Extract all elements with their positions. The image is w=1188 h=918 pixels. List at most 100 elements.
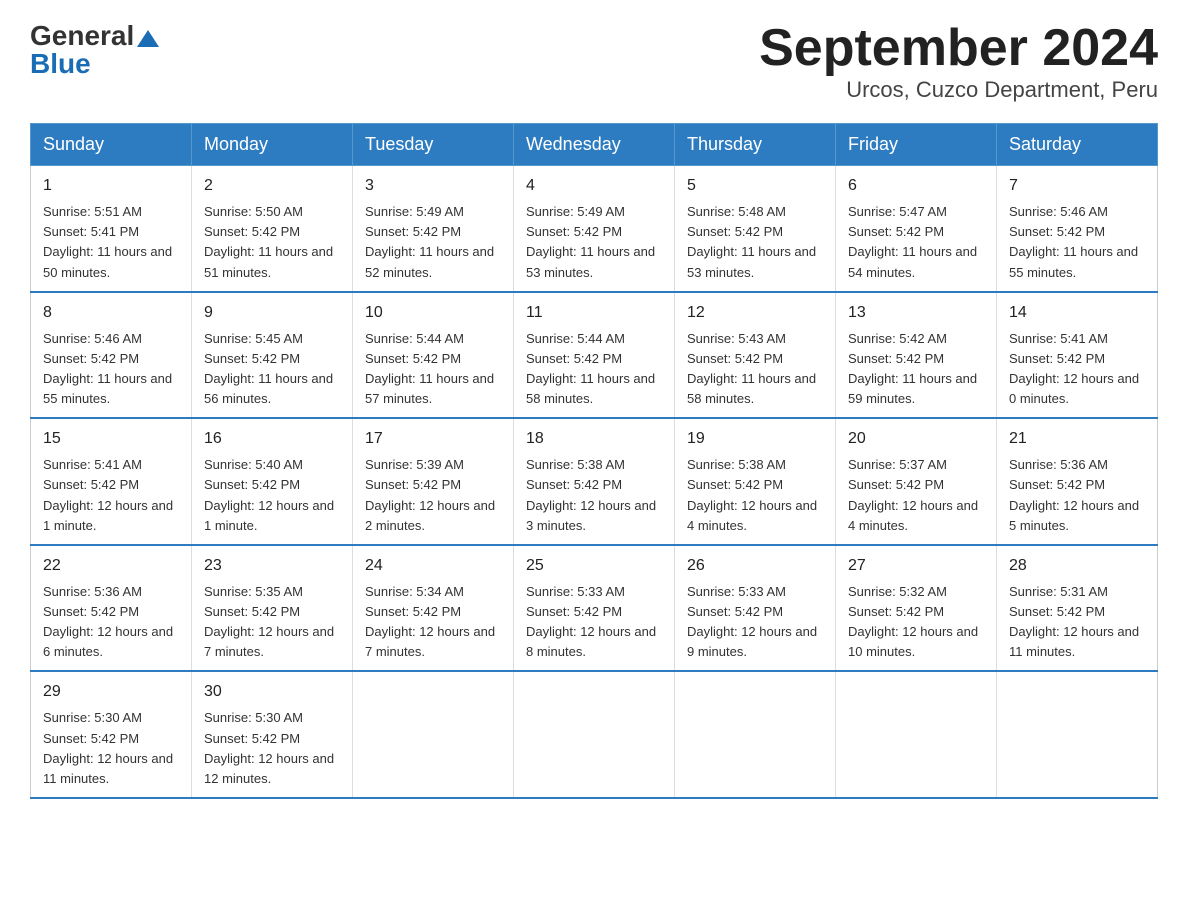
calendar-week-5: 29 Sunrise: 5:30 AMSunset: 5:42 PMDayligh… [31, 671, 1158, 798]
day-info: Sunrise: 5:49 AMSunset: 5:42 PMDaylight:… [526, 202, 662, 283]
calendar-week-3: 15Sunrise: 5:41 AMSunset: 5:42 PMDayligh… [31, 418, 1158, 545]
calendar-cell: 16 Sunrise: 5:40 AMSunset: 5:42 PMDayligh… [192, 418, 353, 545]
day-number: 19 [687, 427, 823, 451]
day-number: 25 [526, 554, 662, 578]
calendar-cell: 15Sunrise: 5:41 AMSunset: 5:42 PMDayligh… [31, 418, 192, 545]
calendar-cell [997, 671, 1158, 798]
day-info: Sunrise: 5:36 AMSunset: 5:42 PMDaylight:… [43, 582, 179, 663]
calendar-header: Sunday Monday Tuesday Wednesday Thursday… [31, 124, 1158, 166]
day-info: Sunrise: 5:33 AMSunset: 5:42 PMDaylight:… [526, 582, 662, 663]
days-of-week-row: Sunday Monday Tuesday Wednesday Thursday… [31, 124, 1158, 166]
day-info: Sunrise: 5:33 AMSunset: 5:42 PMDaylight:… [687, 582, 823, 663]
day-info: Sunrise: 5:31 AMSunset: 5:42 PMDaylight:… [1009, 582, 1145, 663]
day-number: 29 [43, 680, 179, 704]
day-number: 10 [365, 301, 501, 325]
day-info: Sunrise: 5:38 AMSunset: 5:42 PMDaylight:… [526, 455, 662, 536]
day-number: 30 [204, 680, 340, 704]
calendar-cell: 28 Sunrise: 5:31 AMSunset: 5:42 PMDayligh… [997, 545, 1158, 672]
day-info: Sunrise: 5:43 AMSunset: 5:42 PMDaylight:… [687, 329, 823, 410]
calendar-cell: 23 Sunrise: 5:35 AMSunset: 5:42 PMDayligh… [192, 545, 353, 672]
col-monday: Monday [192, 124, 353, 166]
calendar-cell: 14 Sunrise: 5:41 AMSunset: 5:42 PMDayligh… [997, 292, 1158, 419]
calendar-cell: 11 Sunrise: 5:44 AMSunset: 5:42 PMDayligh… [514, 292, 675, 419]
calendar-cell: 27Sunrise: 5:32 AMSunset: 5:42 PMDayligh… [836, 545, 997, 672]
day-info: Sunrise: 5:30 AMSunset: 5:42 PMDaylight:… [43, 708, 179, 789]
col-saturday: Saturday [997, 124, 1158, 166]
day-number: 9 [204, 301, 340, 325]
day-info: Sunrise: 5:50 AMSunset: 5:42 PMDaylight:… [204, 202, 340, 283]
calendar-cell: 1 Sunrise: 5:51 AMSunset: 5:41 PMDaylight… [31, 166, 192, 292]
day-number: 1 [43, 174, 179, 198]
calendar-subtitle: Urcos, Cuzco Department, Peru [759, 77, 1158, 103]
day-number: 28 [1009, 554, 1145, 578]
day-number: 6 [848, 174, 984, 198]
page-header: General Blue September 2024 Urcos, Cuzco… [30, 20, 1158, 103]
calendar-cell: 26 Sunrise: 5:33 AMSunset: 5:42 PMDayligh… [675, 545, 836, 672]
calendar-cell: 20Sunrise: 5:37 AMSunset: 5:42 PMDayligh… [836, 418, 997, 545]
day-number: 12 [687, 301, 823, 325]
calendar-week-1: 1 Sunrise: 5:51 AMSunset: 5:41 PMDaylight… [31, 166, 1158, 292]
col-sunday: Sunday [31, 124, 192, 166]
day-info: Sunrise: 5:48 AMSunset: 5:42 PMDaylight:… [687, 202, 823, 283]
day-info: Sunrise: 5:30 AMSunset: 5:42 PMDaylight:… [204, 708, 340, 789]
day-number: 3 [365, 174, 501, 198]
calendar-cell: 17 Sunrise: 5:39 AMSunset: 5:42 PMDayligh… [353, 418, 514, 545]
day-number: 2 [204, 174, 340, 198]
day-number: 20 [848, 427, 984, 451]
calendar-body: 1 Sunrise: 5:51 AMSunset: 5:41 PMDaylight… [31, 166, 1158, 798]
day-info: Sunrise: 5:41 AMSunset: 5:42 PMDaylight:… [1009, 329, 1145, 410]
day-number: 17 [365, 427, 501, 451]
calendar-cell: 30 Sunrise: 5:30 AMSunset: 5:42 PMDayligh… [192, 671, 353, 798]
day-info: Sunrise: 5:51 AMSunset: 5:41 PMDaylight:… [43, 202, 179, 283]
day-info: Sunrise: 5:49 AMSunset: 5:42 PMDaylight:… [365, 202, 501, 283]
calendar-cell: 2 Sunrise: 5:50 AMSunset: 5:42 PMDaylight… [192, 166, 353, 292]
day-info: Sunrise: 5:35 AMSunset: 5:42 PMDaylight:… [204, 582, 340, 663]
day-number: 15 [43, 427, 179, 451]
logo: General Blue [30, 20, 159, 80]
calendar-cell: 9 Sunrise: 5:45 AMSunset: 5:42 PMDaylight… [192, 292, 353, 419]
calendar-cell [353, 671, 514, 798]
day-number: 7 [1009, 174, 1145, 198]
day-info: Sunrise: 5:45 AMSunset: 5:42 PMDaylight:… [204, 329, 340, 410]
calendar-cell: 12 Sunrise: 5:43 AMSunset: 5:42 PMDayligh… [675, 292, 836, 419]
day-number: 5 [687, 174, 823, 198]
calendar-week-4: 22Sunrise: 5:36 AMSunset: 5:42 PMDayligh… [31, 545, 1158, 672]
calendar-cell [836, 671, 997, 798]
day-info: Sunrise: 5:44 AMSunset: 5:42 PMDaylight:… [526, 329, 662, 410]
calendar-cell: 6 Sunrise: 5:47 AMSunset: 5:42 PMDaylight… [836, 166, 997, 292]
day-number: 24 [365, 554, 501, 578]
calendar-table: Sunday Monday Tuesday Wednesday Thursday… [30, 123, 1158, 799]
calendar-cell: 19Sunrise: 5:38 AMSunset: 5:42 PMDayligh… [675, 418, 836, 545]
day-number: 14 [1009, 301, 1145, 325]
col-wednesday: Wednesday [514, 124, 675, 166]
calendar-cell: 21 Sunrise: 5:36 AMSunset: 5:42 PMDayligh… [997, 418, 1158, 545]
day-number: 16 [204, 427, 340, 451]
day-number: 27 [848, 554, 984, 578]
day-info: Sunrise: 5:36 AMSunset: 5:42 PMDaylight:… [1009, 455, 1145, 536]
calendar-cell: 4 Sunrise: 5:49 AMSunset: 5:42 PMDaylight… [514, 166, 675, 292]
calendar-cell: 18Sunrise: 5:38 AMSunset: 5:42 PMDayligh… [514, 418, 675, 545]
day-info: Sunrise: 5:47 AMSunset: 5:42 PMDaylight:… [848, 202, 984, 283]
day-number: 26 [687, 554, 823, 578]
day-number: 21 [1009, 427, 1145, 451]
calendar-cell: 22Sunrise: 5:36 AMSunset: 5:42 PMDayligh… [31, 545, 192, 672]
day-number: 11 [526, 301, 662, 325]
calendar-cell: 25 Sunrise: 5:33 AMSunset: 5:42 PMDayligh… [514, 545, 675, 672]
day-info: Sunrise: 5:39 AMSunset: 5:42 PMDaylight:… [365, 455, 501, 536]
day-info: Sunrise: 5:34 AMSunset: 5:42 PMDaylight:… [365, 582, 501, 663]
calendar-cell [675, 671, 836, 798]
col-tuesday: Tuesday [353, 124, 514, 166]
day-number: 23 [204, 554, 340, 578]
title-block: September 2024 Urcos, Cuzco Department, … [759, 20, 1158, 103]
day-info: Sunrise: 5:46 AMSunset: 5:42 PMDaylight:… [1009, 202, 1145, 283]
calendar-cell: 24 Sunrise: 5:34 AMSunset: 5:42 PMDayligh… [353, 545, 514, 672]
day-number: 4 [526, 174, 662, 198]
calendar-cell [514, 671, 675, 798]
calendar-cell: 29 Sunrise: 5:30 AMSunset: 5:42 PMDayligh… [31, 671, 192, 798]
calendar-cell: 8Sunrise: 5:46 AMSunset: 5:42 PMDaylight… [31, 292, 192, 419]
day-info: Sunrise: 5:40 AMSunset: 5:42 PMDaylight:… [204, 455, 340, 536]
col-thursday: Thursday [675, 124, 836, 166]
logo-triangle-icon [134, 23, 159, 49]
calendar-cell: 10 Sunrise: 5:44 AMSunset: 5:42 PMDayligh… [353, 292, 514, 419]
day-info: Sunrise: 5:44 AMSunset: 5:42 PMDaylight:… [365, 329, 501, 410]
